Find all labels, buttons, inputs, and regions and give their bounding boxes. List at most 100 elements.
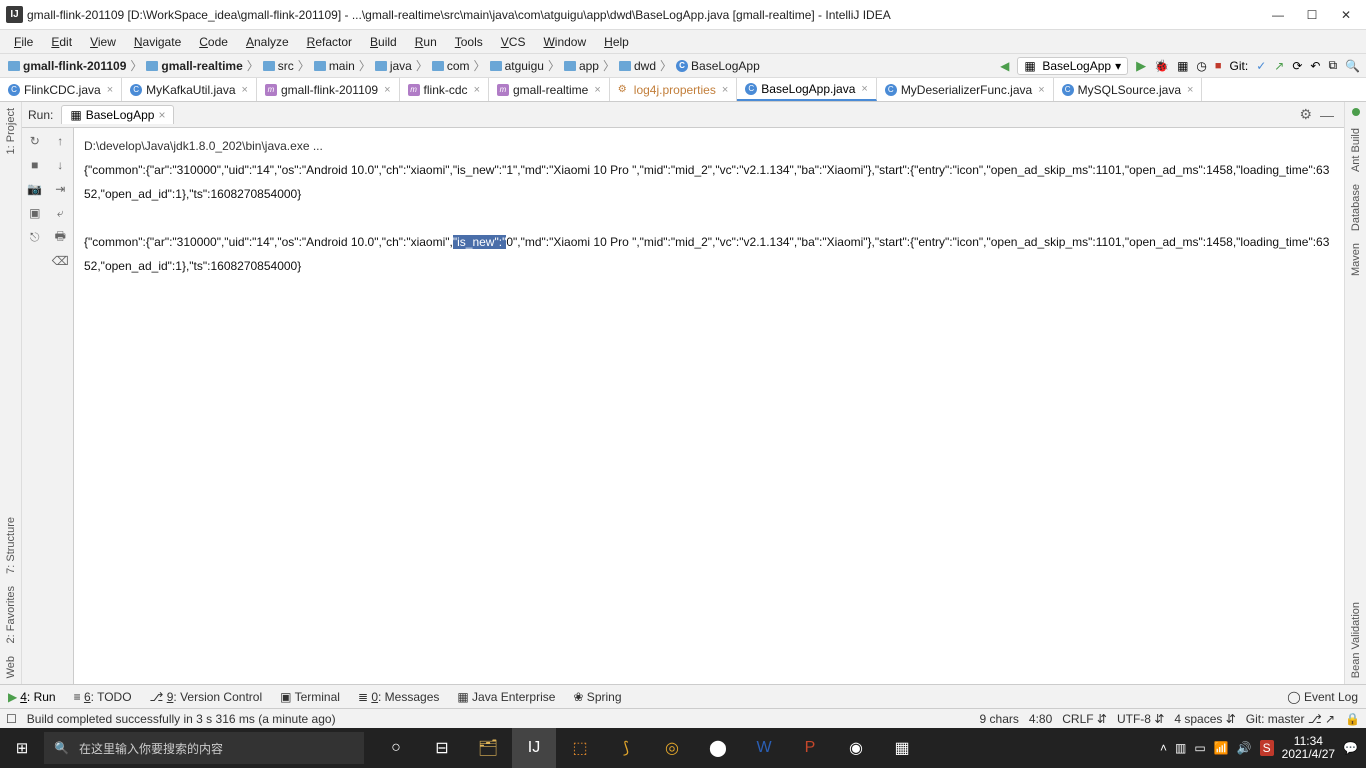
minimize-button[interactable]: — — [1268, 5, 1288, 25]
editor-tab-gmall-realtime[interactable]: mgmall-realtime× — [489, 78, 610, 101]
spring-toolwindow-button[interactable]: ❀ Spring — [573, 690, 621, 704]
breadcrumb-gmall-realtime[interactable]: gmall-realtime — [144, 59, 244, 73]
hide-icon[interactable]: — — [1316, 107, 1338, 123]
vcs-history-icon[interactable]: ⟳ — [1292, 59, 1302, 73]
close-tab-icon[interactable]: × — [861, 83, 867, 95]
intellij-icon[interactable]: IJ — [512, 728, 556, 768]
profile-button[interactable]: ◷ — [1196, 59, 1206, 73]
editor-tab-baselogapp-java[interactable]: CBaseLogApp.java× — [737, 78, 877, 101]
debug-button[interactable]: 🐞 — [1154, 59, 1169, 73]
run-toolwindow-button[interactable]: ▶4: Run — [8, 690, 56, 704]
breadcrumb-com[interactable]: com — [430, 59, 472, 73]
start-button[interactable]: ⊞ — [0, 728, 44, 768]
word-icon[interactable]: W — [742, 728, 786, 768]
taskbar-search[interactable]: 🔍 在这里输入你要搜索的内容 — [44, 732, 364, 764]
bean-validation-toolwindow-button[interactable]: Bean Validation — [1350, 596, 1362, 684]
breadcrumb-gmall-flink-201109[interactable]: gmall-flink-201109 — [6, 59, 128, 73]
gear-icon[interactable]: ⚙ — [1295, 106, 1316, 123]
xshell-icon[interactable]: ⬤ — [696, 728, 740, 768]
editor-tab-mysqlsource-java[interactable]: CMySQLSource.java× — [1054, 78, 1203, 101]
editor-tab-flinkcdc-java[interactable]: CFlinkCDC.java× — [0, 78, 122, 101]
edge-icon[interactable]: ◎ — [650, 728, 694, 768]
vcs-commit-icon[interactable]: ↗ — [1274, 59, 1284, 73]
editor-tab-flink-cdc[interactable]: mflink-cdc× — [400, 78, 489, 101]
run-tab[interactable]: ▦ BaseLogApp × — [61, 105, 174, 124]
battery-icon[interactable]: ▭ — [1194, 741, 1205, 755]
find-icon[interactable]: 🔍 — [1345, 59, 1360, 73]
database-toolwindow-button[interactable]: Database — [1350, 178, 1362, 237]
close-tab-icon[interactable]: × — [242, 84, 248, 96]
lock-icon[interactable]: 🔒 — [1345, 712, 1360, 726]
softwrap-icon[interactable]: ⤶ — [51, 204, 69, 222]
maven-toolwindow-button[interactable]: Maven — [1350, 237, 1362, 282]
menu-tools[interactable]: Tools — [447, 33, 491, 51]
network-icon[interactable]: ▥ — [1175, 741, 1186, 755]
favorites-toolwindow-button[interactable]: 2: Favorites — [5, 580, 17, 649]
stop-run-button[interactable]: ■ — [26, 156, 44, 174]
cortana-icon[interactable]: ⊟ — [420, 728, 464, 768]
breadcrumb-main[interactable]: main — [312, 59, 357, 73]
notifications-icon[interactable]: 💬 — [1343, 741, 1358, 755]
indent-info[interactable]: 4 spaces ⇵ — [1174, 712, 1235, 726]
run-button[interactable]: ▶ — [1136, 58, 1146, 74]
messages-toolwindow-button[interactable]: ≣ 0: Messages — [358, 690, 439, 704]
explorer-icon[interactable]: 🗂 — [466, 728, 510, 768]
file-encoding[interactable]: UTF-8 ⇵ — [1117, 712, 1164, 726]
volume-icon[interactable]: 🔊 — [1237, 741, 1252, 755]
project-toolwindow-button[interactable]: 1: Project — [5, 102, 17, 160]
terminal-toolwindow-button[interactable]: ▣ Terminal — [280, 690, 340, 704]
misc-app-icon[interactable]: ▦ — [880, 728, 924, 768]
stop-button[interactable]: ■ — [1215, 60, 1222, 72]
up-icon[interactable]: ↑ — [51, 132, 69, 150]
close-tab-icon[interactable]: × — [107, 84, 113, 96]
trash-icon[interactable]: ⌫ — [51, 252, 69, 270]
maximize-button[interactable]: ☐ — [1302, 5, 1322, 25]
menu-navigate[interactable]: Navigate — [126, 33, 189, 51]
close-tab-icon[interactable]: × — [474, 84, 480, 96]
sublime-icon[interactable]: ⟆ — [604, 728, 648, 768]
close-tab-icon[interactable]: × — [1038, 84, 1044, 96]
exit-button[interactable]: ⎋ — [26, 228, 44, 246]
powerpoint-icon[interactable]: P — [788, 728, 832, 768]
ant-toolwindow-button[interactable]: Ant Build — [1350, 122, 1362, 178]
editor-tab-mykafkautil-java[interactable]: CMyKafkaUtil.java× — [122, 78, 257, 101]
status-icon[interactable]: ☐ — [6, 712, 17, 726]
search-icon[interactable]: ⧉ — [1328, 58, 1337, 73]
editor-tab-gmall-flink-201109[interactable]: mgmall-flink-201109× — [257, 78, 400, 101]
menu-view[interactable]: View — [82, 33, 124, 51]
structure-toolwindow-button[interactable]: 7: Structure — [5, 511, 17, 580]
wifi-icon[interactable]: 📶 — [1214, 741, 1229, 755]
vcs-update-icon[interactable]: ✓ — [1256, 59, 1266, 73]
vm-icon[interactable]: ⬚ — [558, 728, 602, 768]
menu-file[interactable]: File — [6, 33, 41, 51]
menu-refactor[interactable]: Refactor — [299, 33, 360, 51]
close-button[interactable]: ✕ — [1336, 5, 1356, 25]
menu-window[interactable]: Window — [535, 33, 594, 51]
close-tab-icon[interactable]: × — [384, 84, 390, 96]
breadcrumb-dwd[interactable]: dwd — [617, 59, 658, 73]
print-icon[interactable]: 🖶 — [51, 228, 69, 246]
close-tab-icon[interactable]: × — [1187, 84, 1193, 96]
layout-button[interactable]: ▣ — [26, 204, 44, 222]
menu-help[interactable]: Help — [596, 33, 637, 51]
down-icon[interactable]: ↓ — [51, 156, 69, 174]
line-separator[interactable]: CRLF ⇵ — [1062, 712, 1107, 726]
editor-tab-mydeserializerfunc-java[interactable]: CMyDeserializerFunc.java× — [877, 78, 1054, 101]
inspection-indicator[interactable] — [1352, 108, 1360, 116]
vcs-revert-icon[interactable]: ↶ — [1310, 59, 1320, 73]
coverage-button[interactable]: ▦ — [1177, 59, 1188, 73]
breadcrumb-baselogapp[interactable]: CBaseLogApp — [674, 59, 762, 73]
chrome-icon[interactable]: ◉ — [834, 728, 878, 768]
menu-analyze[interactable]: Analyze — [238, 33, 297, 51]
close-tab-icon[interactable]: × — [722, 84, 728, 96]
menu-vcs[interactable]: VCS — [493, 33, 534, 51]
web-toolwindow-button[interactable]: Web — [5, 650, 17, 684]
wrap-icon[interactable]: ⇥ — [51, 180, 69, 198]
console-output[interactable]: D:\develop\Java\jdk1.8.0_202\bin\java.ex… — [74, 128, 1344, 684]
git-branch[interactable]: Git: master ⎇ ↗ — [1246, 712, 1335, 726]
menu-build[interactable]: Build — [362, 33, 405, 51]
menu-edit[interactable]: Edit — [43, 33, 80, 51]
clock[interactable]: 11:34 2021/4/27 — [1282, 735, 1335, 761]
breadcrumb-java[interactable]: java — [373, 59, 414, 73]
event-log-button[interactable]: ◯ Event Log — [1287, 690, 1358, 704]
